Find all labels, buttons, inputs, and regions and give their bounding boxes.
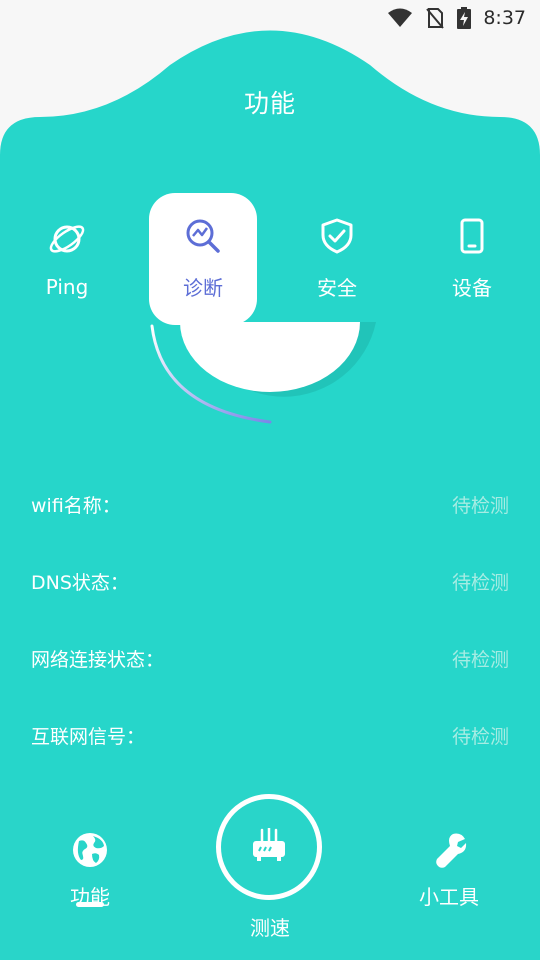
diagnose-gauge bbox=[150, 322, 376, 424]
info-value: 待检测 bbox=[451, 726, 509, 748]
speed-test-button[interactable] bbox=[216, 794, 322, 900]
info-key: wifi名称： bbox=[31, 495, 121, 517]
info-row-connection-status: 网络连接状态： 待检测 bbox=[0, 620, 540, 697]
phone-icon bbox=[453, 217, 491, 260]
tab-function[interactable]: 功能 bbox=[50, 832, 130, 910]
tab-active-indicator bbox=[76, 902, 104, 907]
info-row-dns-status: DNS状态： 待检测 bbox=[0, 543, 540, 620]
router-icon bbox=[251, 826, 287, 866]
feature-ping-label: Ping bbox=[45, 274, 89, 299]
feature-device[interactable]: 设备 bbox=[418, 193, 526, 325]
planet-icon bbox=[48, 220, 86, 263]
info-value: 待检测 bbox=[451, 495, 509, 517]
info-value: 待检测 bbox=[451, 649, 509, 671]
feature-device-label: 设备 bbox=[452, 276, 492, 300]
page-title: 功能 bbox=[243, 89, 296, 118]
feature-security-label: 安全 bbox=[317, 276, 357, 300]
globe-icon bbox=[72, 832, 108, 873]
info-key: DNS状态： bbox=[31, 572, 129, 594]
info-value: 待检测 bbox=[451, 572, 509, 594]
speed-test-label: 测速 bbox=[250, 916, 290, 940]
info-key: 网络连接状态： bbox=[31, 649, 165, 671]
magnifier-chart-icon bbox=[184, 217, 222, 260]
feature-ping[interactable]: Ping bbox=[13, 193, 121, 325]
feature-security[interactable]: 安全 bbox=[283, 193, 391, 325]
shield-check-icon bbox=[318, 217, 356, 260]
feature-diagnose-label: 诊断 bbox=[183, 276, 223, 300]
bottom-nav: 功能 测速 小工具 bbox=[0, 780, 540, 960]
feature-diagnose[interactable]: 诊断 bbox=[149, 193, 257, 325]
wrench-icon bbox=[431, 832, 467, 873]
tab-tools-label: 小工具 bbox=[419, 885, 479, 909]
network-info-list: wifi名称： 待检测 DNS状态： 待检测 网络连接状态： 待检测 互联网信号… bbox=[0, 466, 540, 774]
info-row-wifi-name: wifi名称： 待检测 bbox=[0, 466, 540, 543]
info-row-internet-signal: 互联网信号： 待检测 bbox=[0, 697, 540, 774]
feature-row: Ping 诊断 安全 设备 bbox=[0, 193, 540, 325]
info-key: 互联网信号： bbox=[31, 726, 146, 748]
tab-tools[interactable]: 小工具 bbox=[404, 832, 494, 910]
